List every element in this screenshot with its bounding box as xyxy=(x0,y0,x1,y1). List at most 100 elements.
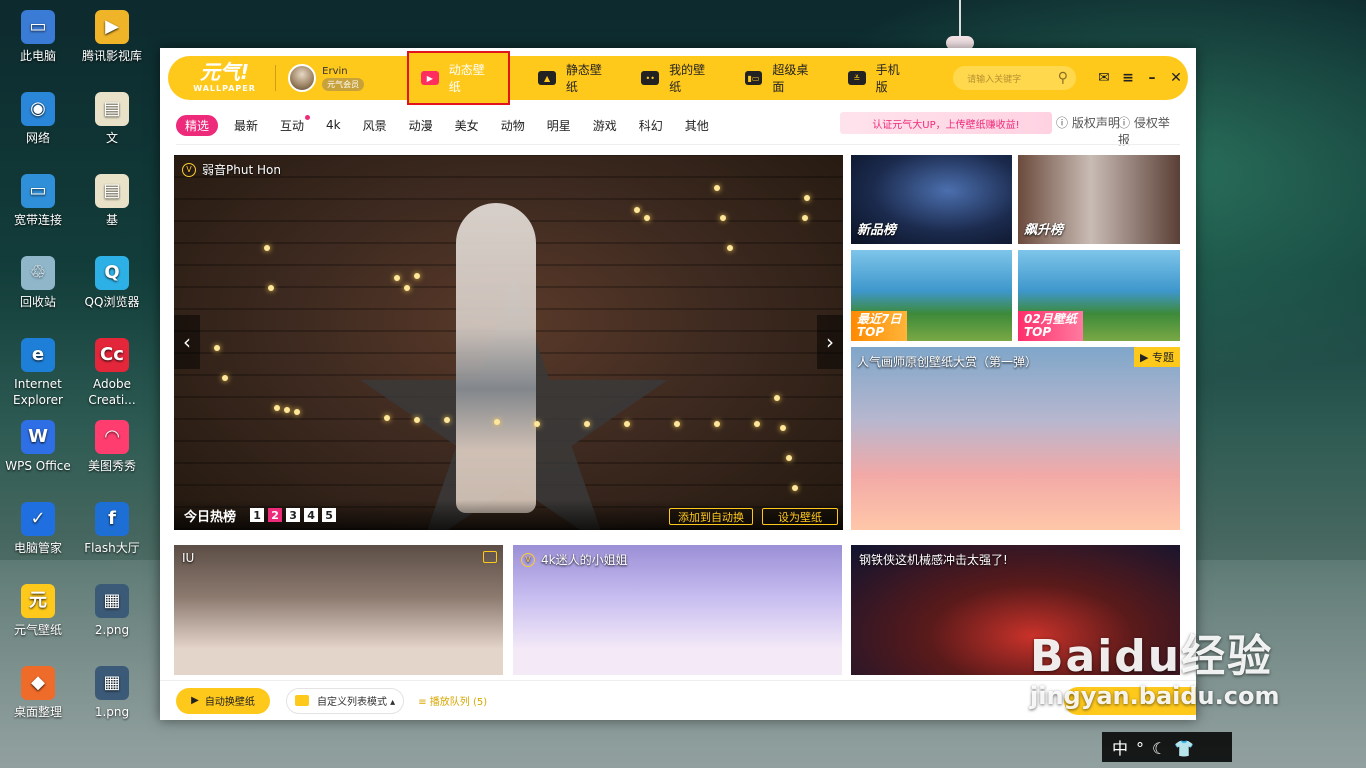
recent-top-badge: 最近7日 TOP xyxy=(851,311,908,341)
app-icon: ▤ xyxy=(95,174,129,208)
user-profile[interactable]: Ervin 元气会员 xyxy=(288,64,407,92)
minimize-icon[interactable]: – xyxy=(1140,70,1164,86)
play-queue-link[interactable]: ≡ 播放队列 (5) xyxy=(418,693,487,708)
top-bar: 元气! WALLPAPER Ervin 元气会员 ▶ 动态壁纸 ▲ 静态壁纸 •… xyxy=(168,51,1188,105)
special-tag[interactable]: ▶ 专题 xyxy=(1134,347,1180,367)
auto-change-label: 自动换壁纸 xyxy=(204,697,255,708)
category-4k[interactable]: 4k xyxy=(326,118,341,132)
desktop-icon-item[interactable]: 元元气壁纸 xyxy=(0,584,76,638)
category-stars[interactable]: 明星 xyxy=(547,117,571,134)
tile-recent-top[interactable]: 最近7日 TOP xyxy=(851,250,1012,341)
category-anime[interactable]: 动漫 xyxy=(409,117,433,134)
new-dot xyxy=(305,114,311,120)
close-icon[interactable]: ✕ xyxy=(1164,70,1188,86)
category-beauty[interactable]: 美女 xyxy=(455,117,479,134)
bulb-light xyxy=(494,419,500,425)
set-wallpaper-button[interactable]: 设为壁纸 xyxy=(762,508,838,525)
nav-mobile[interactable]: ≚ 手机版 xyxy=(847,56,911,100)
desktop-icon-item[interactable]: ◆ 桌面整理 xyxy=(0,666,76,720)
nav-static-wallpaper[interactable]: ▲ 静态壁纸 xyxy=(538,56,613,100)
search-icon[interactable]: ⚲ xyxy=(1058,70,1068,86)
hero-title: V 弱音Phut Hon xyxy=(182,161,281,178)
auto-change-button[interactable]: ▶ 自动换壁纸 xyxy=(176,687,270,714)
app-icon: ▦ xyxy=(95,666,129,700)
category-interactive[interactable]: 互动 xyxy=(280,114,311,134)
prev-arrow-icon[interactable]: ‹ xyxy=(174,315,200,369)
page-2[interactable]: 2 xyxy=(268,508,283,522)
desktop-icon-item[interactable]: ▭ 宽带连接 xyxy=(0,174,76,228)
app-icon: W xyxy=(21,420,55,454)
desktop-icon-item[interactable]: ◉ 网络 xyxy=(0,92,76,146)
category-scifi[interactable]: 科幻 xyxy=(639,117,663,134)
tile-new-label: 新品榜 xyxy=(857,223,897,238)
report-link[interactable]: ⓘ 侵权举报 xyxy=(1118,114,1180,148)
avatar[interactable] xyxy=(288,64,317,92)
app-icon: ◉ xyxy=(21,92,55,126)
bulb-light xyxy=(720,215,726,221)
list-mode-label: 自定义列表模式 ▴ xyxy=(317,697,396,708)
add-auto-button[interactable]: 添加到自动换 xyxy=(669,508,753,525)
desktop-icon-item[interactable]: ✓ 电脑管家 xyxy=(0,502,76,556)
character-figure xyxy=(456,203,536,513)
tile-new[interactable]: 新品榜 xyxy=(851,155,1012,244)
desktop-icon-item[interactable]: ▤ 文 xyxy=(74,92,150,146)
ime-toolbar[interactable]: 中°☾👕 xyxy=(1102,732,1232,762)
desktop-icon-item[interactable]: ◠ 美图秀秀 xyxy=(74,420,150,474)
desktop-icon-item[interactable]: Q QQ浏览器 xyxy=(74,256,150,310)
app-icon: ◆ xyxy=(21,666,55,700)
bulb-light xyxy=(534,421,540,427)
category-scenery[interactable]: 风景 xyxy=(363,117,387,134)
desktop-icon-label: 腾讯影视库 xyxy=(81,49,142,63)
desktop-icon-item[interactable]: ▦ 2.png xyxy=(74,584,150,638)
logo-sub: WALLPAPER xyxy=(193,84,256,93)
category-latest[interactable]: 最新 xyxy=(234,117,258,134)
desktop-icon-item[interactable]: ▶ 腾讯影视库 xyxy=(74,10,150,64)
tile-special[interactable]: 人气画师原创壁纸大赏（第一弹） ▶ 专题 xyxy=(851,347,1180,530)
vip-badge: 元气会员 xyxy=(322,78,365,91)
card-iu[interactable]: IU xyxy=(174,545,503,675)
desktop-icon-item[interactable]: ▤ 基 xyxy=(74,174,150,228)
mail-icon[interactable]: ✉ xyxy=(1092,70,1116,86)
page-5[interactable]: 5 xyxy=(322,508,337,522)
bulb-light xyxy=(274,405,280,411)
page-4[interactable]: 4 xyxy=(304,508,319,522)
bulb-light xyxy=(294,409,300,415)
desktop-icon-item[interactable]: ▭ 此电脑 xyxy=(0,10,76,64)
promo-banner[interactable]: 认证元气大UP，上传壁纸赚收益! xyxy=(840,112,1052,134)
desktop-icon-item[interactable]: Cc Adobe Creati... xyxy=(74,338,150,408)
app-icon: ◠ xyxy=(95,420,129,454)
bulb-light xyxy=(414,417,420,423)
copyright-link[interactable]: ⓘ 版权声明 xyxy=(1056,114,1120,131)
desktop-icon-item[interactable]: W WPS Office xyxy=(0,420,76,474)
page-1[interactable]: 1 xyxy=(250,508,265,522)
tile-month-top[interactable]: 02月壁纸 TOP xyxy=(1018,250,1180,341)
desktop-icon-item[interactable]: ♲ 回收站 xyxy=(0,256,76,310)
card-4k-girl[interactable]: V 4k迷人的小姐姐 xyxy=(513,545,842,675)
desktop-icon-item[interactable]: f Flash大厅 xyxy=(74,502,150,556)
bulb-light xyxy=(214,345,220,351)
nav-my-wallpaper[interactable]: •• 我的壁纸 xyxy=(641,56,716,100)
category-featured[interactable]: 精选 xyxy=(176,114,219,136)
v-badge-icon: V xyxy=(521,552,535,567)
menu-icon[interactable]: ≡ xyxy=(1116,70,1140,86)
nav-dynamic-wallpaper[interactable]: ▶ 动态壁纸 xyxy=(406,51,511,105)
list-mode-dropdown[interactable]: 自定义列表模式 ▴ xyxy=(286,687,405,714)
desktop-icon-item[interactable]: ▦ 1.png xyxy=(74,666,150,720)
category-games[interactable]: 游戏 xyxy=(593,117,617,134)
bulb-light xyxy=(644,215,650,221)
app-logo[interactable]: 元气! WALLPAPER xyxy=(186,61,263,95)
tile-rise[interactable]: 飙升榜 xyxy=(1018,155,1180,244)
hero-banner[interactable]: V 弱音Phut Hon ‹ › 今日热榜 1 2 3 4 5 添加到自动换 设… xyxy=(174,155,843,530)
category-animals[interactable]: 动物 xyxy=(501,117,525,134)
desktop-icon-item[interactable]: e Internet Explorer xyxy=(0,338,76,408)
user-name: Ervin xyxy=(322,66,348,77)
app-icon: Q xyxy=(95,256,129,290)
page-3[interactable]: 3 xyxy=(286,508,301,522)
next-arrow-icon[interactable]: › xyxy=(817,315,843,369)
nav-super-desktop[interactable]: ▮▭ 超级桌面 xyxy=(744,56,820,100)
category-other[interactable]: 其他 xyxy=(685,117,709,134)
report-label: 侵权举报 xyxy=(1118,116,1170,147)
app-icon: ♲ xyxy=(21,256,55,290)
divider xyxy=(176,144,1180,145)
search-input[interactable]: 请输入关键字 ⚲ xyxy=(953,66,1076,90)
